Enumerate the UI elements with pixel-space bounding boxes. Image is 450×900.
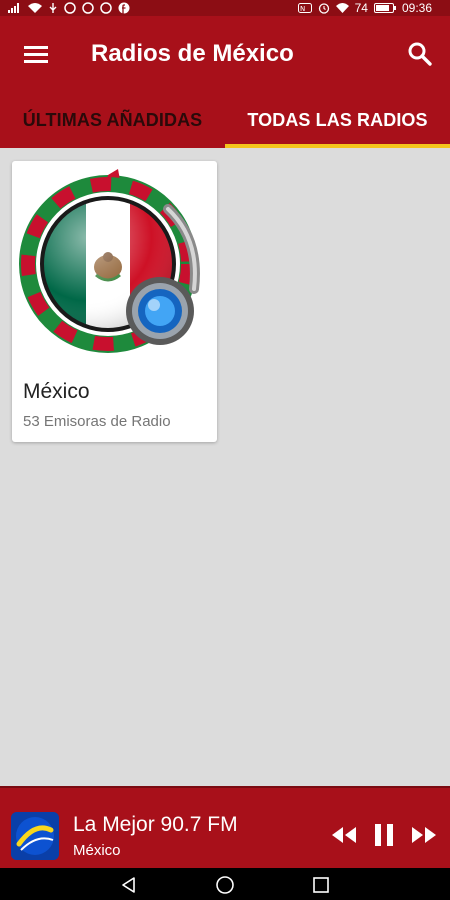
back-icon[interactable] — [117, 876, 141, 894]
nfc-icon: N — [297, 3, 312, 13]
pause-icon[interactable] — [369, 822, 399, 848]
notification-icon — [100, 2, 112, 14]
signal-icon — [8, 3, 19, 13]
country-name: México — [23, 380, 90, 403]
hamburger-menu-icon[interactable] — [16, 38, 56, 70]
battery-percent: 74 — [354, 1, 368, 15]
station-count: 53 Emisoras de Radio — [23, 413, 171, 430]
tab-latest-added[interactable]: ÚLTIMAS AÑADIDAS — [0, 92, 225, 148]
wifi-icon — [335, 3, 349, 13]
rewind-icon[interactable] — [329, 822, 359, 848]
app-bar: Radios de México — [0, 16, 450, 92]
station-logo — [11, 812, 59, 860]
mexico-flag-headphones-image — [19, 169, 200, 353]
fast-forward-icon[interactable] — [409, 822, 439, 848]
system-nav-bar — [0, 868, 450, 900]
station-name: La Mejor 90.7 FM — [73, 813, 238, 836]
status-right-icons: N 74 09:36 — [297, 0, 432, 16]
home-icon[interactable] — [213, 876, 237, 894]
usb-icon — [49, 3, 57, 13]
notification-icon — [64, 2, 76, 14]
recents-icon[interactable] — [309, 876, 333, 894]
battery-icon — [373, 3, 396, 13]
status-bar: N 74 09:36 — [0, 0, 450, 16]
page-title: Radios de México — [91, 40, 294, 67]
search-icon[interactable] — [400, 36, 440, 72]
notification-icon — [82, 2, 94, 14]
tab-all-radios[interactable]: TODAS LAS RADIOS — [225, 92, 450, 148]
wifi-icon — [28, 3, 42, 13]
player-divider — [0, 786, 450, 788]
station-country: México — [73, 842, 121, 859]
country-card[interactable]: México 53 Emisoras de Radio — [12, 161, 217, 442]
clock: 09:36 — [401, 1, 432, 15]
svg-text:N: N — [300, 5, 305, 13]
tab-bar: ÚLTIMAS AÑADIDAS TODAS LAS RADIOS — [0, 92, 450, 148]
alarm-icon — [318, 3, 329, 14]
mini-player[interactable]: La Mejor 90.7 FM México — [0, 786, 450, 868]
status-left-icons — [8, 0, 130, 16]
facebook-icon — [118, 2, 130, 14]
